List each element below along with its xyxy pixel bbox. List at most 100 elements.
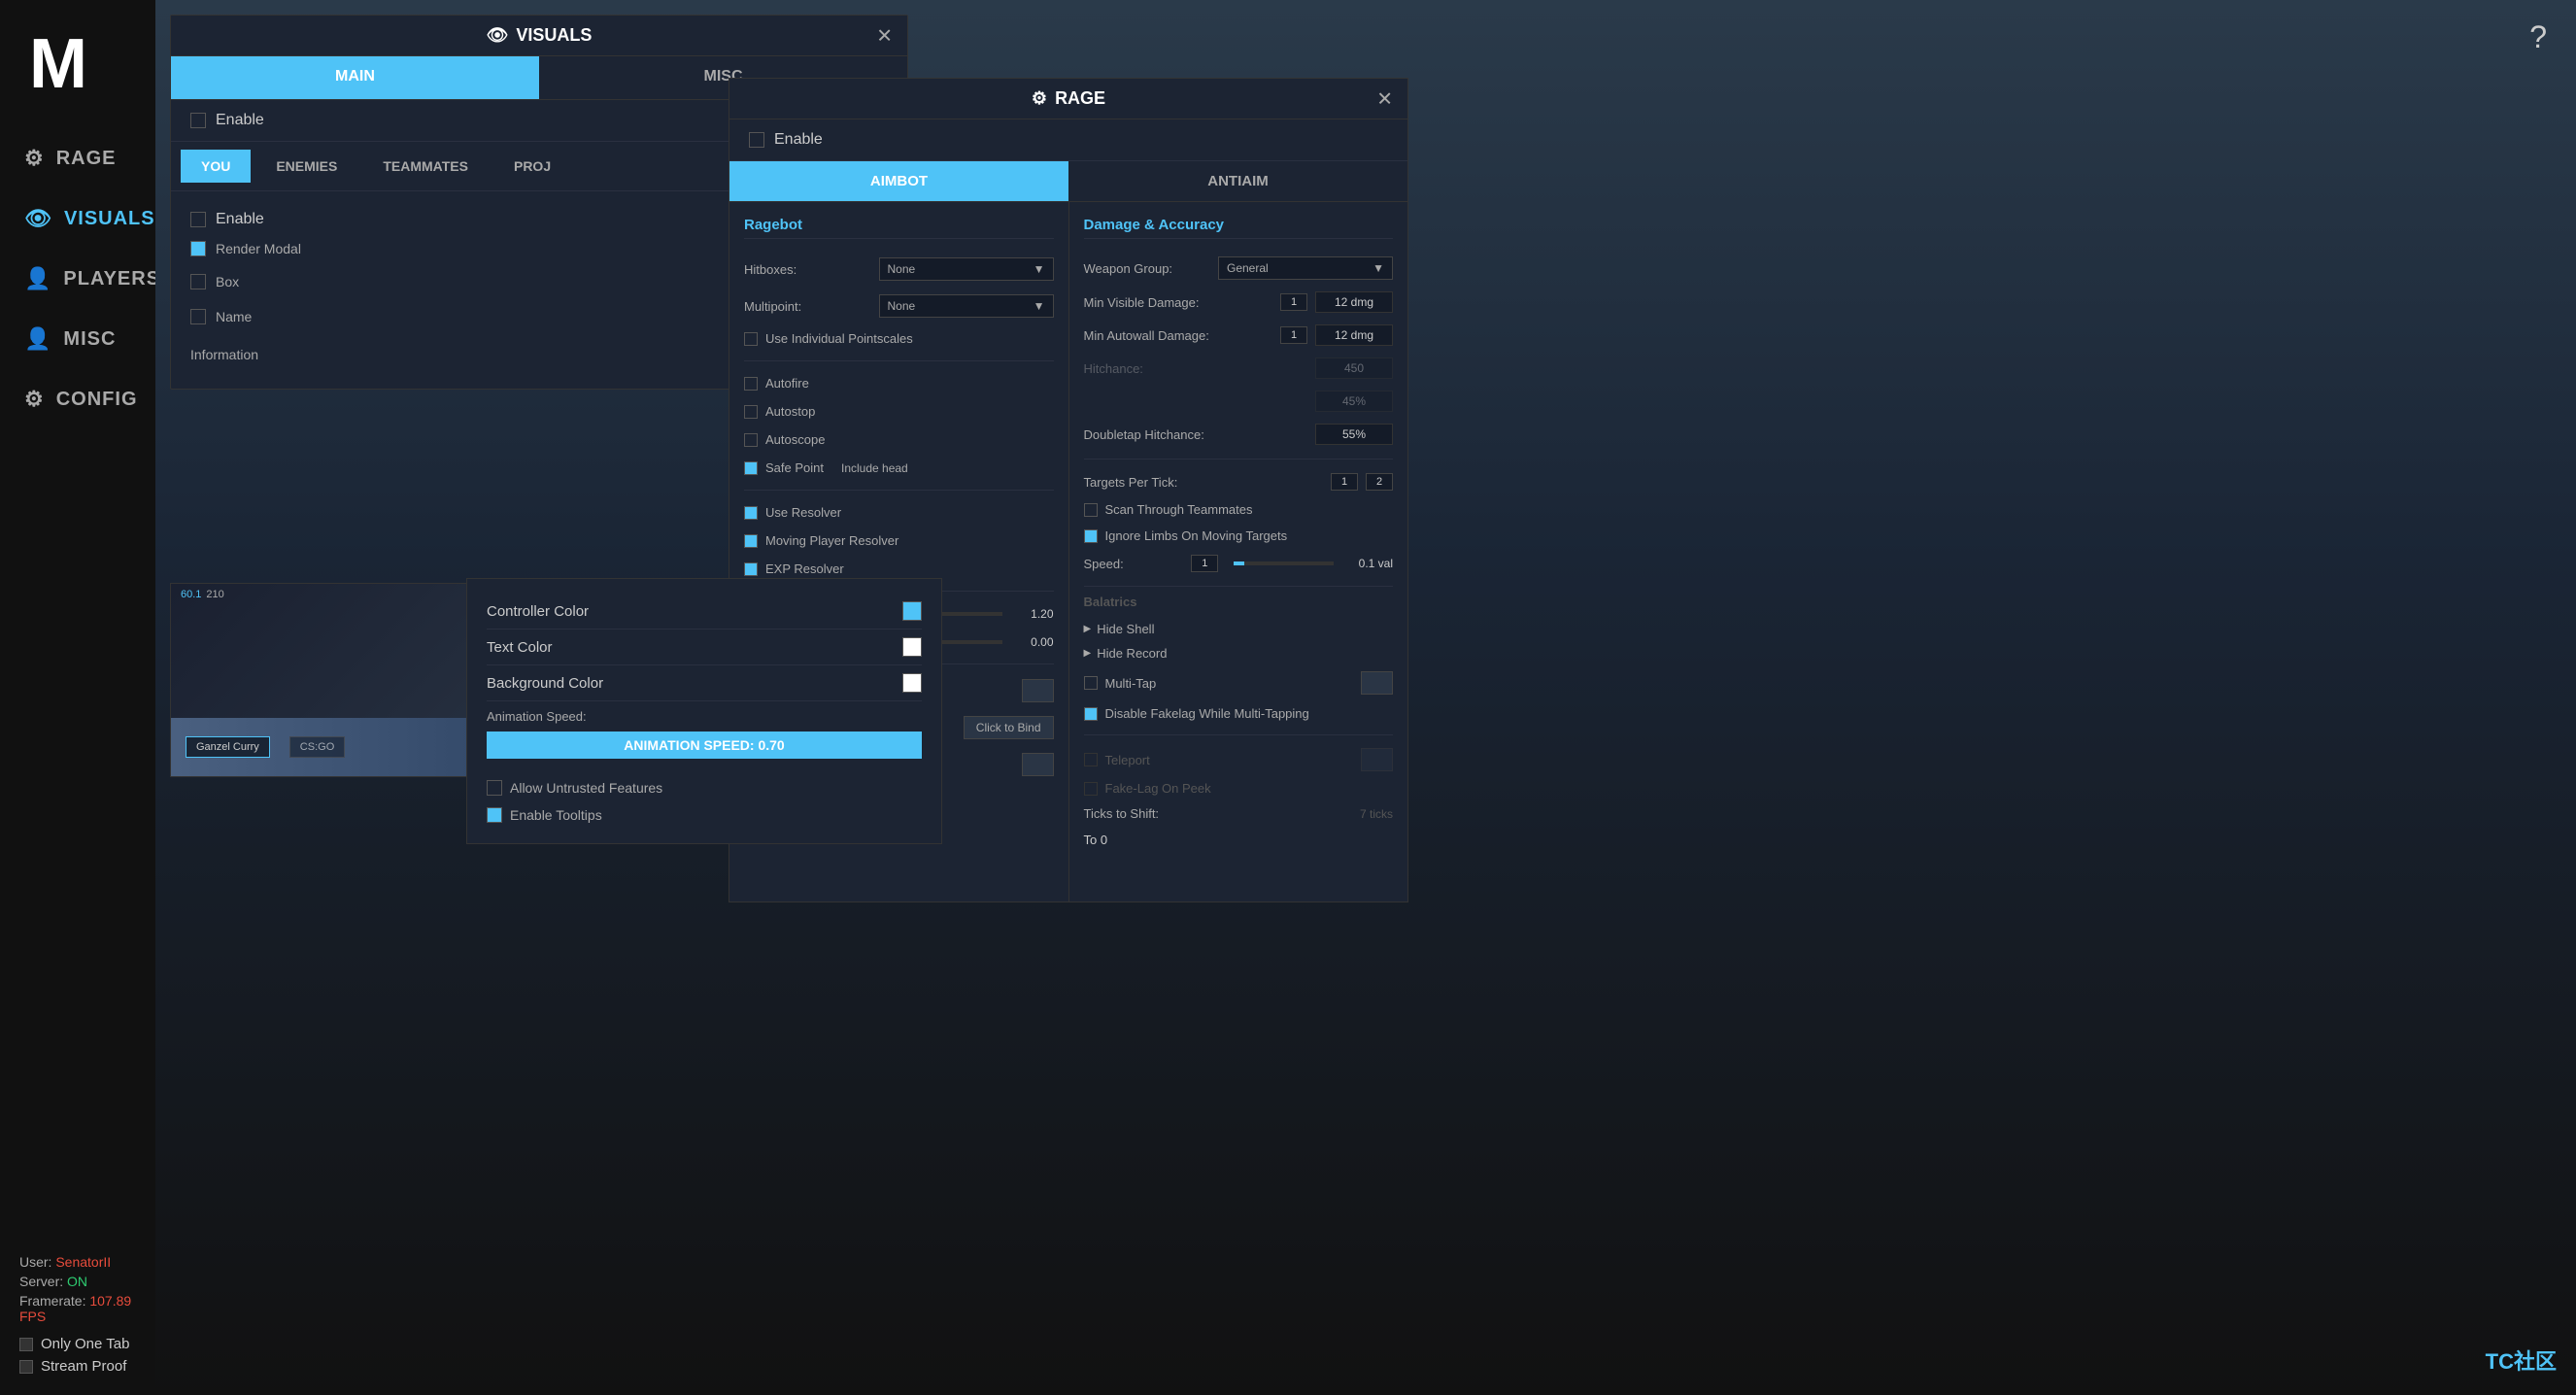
only-one-tab-checkbox[interactable] (19, 1338, 33, 1351)
visuals-sub-tab-proj[interactable]: PROJ (493, 150, 571, 183)
targets-val2[interactable]: 2 (1366, 473, 1393, 491)
sidebar-item-label-visuals: VISUALS (64, 208, 155, 230)
safepoint-row: Safe Point Include head (744, 454, 1054, 482)
render-modal-checkbox[interactable] (190, 241, 206, 256)
sidebar-item-misc[interactable]: 👤 MISC (0, 309, 155, 369)
user-name: SenatorII (55, 1254, 111, 1270)
speed-slider[interactable] (1234, 561, 1334, 565)
sidebar-item-config[interactable]: ⚙ CONFIG (0, 369, 155, 429)
safepoint-checkbox[interactable] (744, 461, 758, 475)
visuals-modal-title: 👁 VISUALS (487, 25, 593, 46)
resolver-checkbox[interactable] (744, 506, 758, 520)
autofire-checkbox[interactable] (744, 377, 758, 391)
er-exclusion-val: 1.20 (1010, 607, 1054, 621)
visuals-sub-tab-you[interactable]: YOU (181, 150, 251, 183)
hide-shell-row[interactable]: ▶ Hide Shell (1084, 617, 1394, 641)
doubletap-hitchance-label: Doubletap Hitchance: (1084, 427, 1308, 442)
scan-teammates-label: Scan Through Teammates (1105, 502, 1253, 517)
speed-slider-fill (1234, 561, 1243, 565)
autostop-row: Autostop (744, 397, 1054, 425)
forwardtrack-bind[interactable] (1022, 753, 1054, 776)
hitchance-1-label: Hitchance: (1084, 361, 1308, 376)
hitboxes-val: None (888, 262, 916, 276)
controller-color-row: Controller Color (487, 594, 922, 629)
divider-r2 (1084, 586, 1394, 587)
weapon-group-val: General (1227, 261, 1269, 275)
balatrics-section-label: Balatrics (1084, 595, 1394, 609)
bg-color-picker[interactable] (902, 673, 922, 693)
visuals-enable-checkbox[interactable] (190, 113, 206, 128)
ignore-limbs-row: Ignore Limbs On Moving Targets (1084, 523, 1394, 549)
visuals-sub-tab-teammates[interactable]: TEAMMATES (362, 150, 489, 183)
ragebot-section-title: Ragebot (744, 217, 1054, 239)
teleport-checkbox[interactable] (1084, 753, 1098, 766)
rage-icon: ⚙ (24, 146, 45, 171)
text-color-picker[interactable] (902, 637, 922, 657)
weapon-group-label: Weapon Group: (1084, 261, 1211, 276)
autoscope-checkbox[interactable] (744, 433, 758, 447)
autoscope-label: Autoscope (765, 432, 825, 447)
visuals-inner-enable-checkbox[interactable] (190, 212, 206, 227)
autoscope-row: Autoscope (744, 425, 1054, 454)
fake-lag-row: Fake-Lag On Peek (1084, 776, 1394, 800)
rage-tab-antiaim[interactable]: ANTIAIM (1068, 161, 1407, 201)
jitter-bind[interactable] (1022, 679, 1054, 702)
multitap-checkbox[interactable] (1084, 676, 1098, 690)
weapon-group-arrow: ▼ (1373, 261, 1384, 275)
doubletap-hitchance-val: 55% (1315, 424, 1393, 445)
divider-2 (744, 490, 1054, 491)
name-checkbox[interactable] (190, 309, 206, 324)
disable-fakelag-row: Disable Fakelag While Multi-Tapping (1084, 700, 1394, 727)
fake-lag-checkbox[interactable] (1084, 782, 1098, 796)
sidebar-item-visuals[interactable]: 👁 VISUALS (0, 188, 155, 249)
visuals-tab-main[interactable]: MAIN (171, 56, 539, 99)
moving-resolver-checkbox[interactable] (744, 534, 758, 548)
hitboxes-arrow: ▼ (1034, 262, 1045, 276)
targets-val1[interactable]: 1 (1331, 473, 1358, 491)
rage-title-icon: ⚙ (1032, 88, 1047, 109)
pointscales-checkbox[interactable] (744, 332, 758, 346)
controller-color-picker[interactable] (902, 601, 922, 621)
rage-modal-close[interactable]: ✕ (1376, 86, 1393, 111)
teleport-bind[interactable] (1361, 748, 1393, 771)
sidebar: M ⚙ RAGE 👁 VISUALS 👤 PLAYERS 👤 MISC ⚙ CO… (0, 0, 155, 1395)
stream-proof-row[interactable]: Stream Proof (19, 1358, 136, 1375)
stream-proof-checkbox[interactable] (19, 1360, 33, 1374)
sidebar-bottom: User: SenatorII Server: ON Framerate: 10… (0, 1240, 155, 1395)
ignore-limbs-checkbox[interactable] (1084, 529, 1098, 543)
autostop-checkbox[interactable] (744, 405, 758, 419)
rage-tab-aimbot[interactable]: AIMBOT (729, 161, 1068, 201)
sidebar-item-players[interactable]: 👤 PLAYERS (0, 249, 155, 309)
min-visible-prefix[interactable]: 1 (1280, 293, 1307, 311)
sidebar-item-rage[interactable]: ⚙ RAGE (0, 128, 155, 188)
scan-teammates-checkbox[interactable] (1084, 503, 1098, 517)
multitap-bind[interactable] (1361, 671, 1393, 695)
bg-color-label: Background Color (487, 675, 893, 692)
rage-enable-label: Enable (774, 131, 823, 149)
allow-untrusted-checkbox[interactable] (487, 780, 502, 796)
server-label: Server: (19, 1274, 63, 1289)
speed-prefix[interactable]: 1 (1191, 555, 1218, 572)
hitchance-2-val: 45% (1315, 391, 1393, 412)
hitboxes-dropdown[interactable]: None ▼ (879, 257, 1054, 281)
min-autowall-prefix[interactable]: 1 (1280, 326, 1307, 344)
safepoint-label: Safe Point (765, 460, 824, 475)
weapon-group-dropdown[interactable]: General ▼ (1218, 256, 1393, 280)
moving-resolver-row: Moving Player Resolver (744, 527, 1054, 555)
rage-enable-checkbox[interactable] (749, 132, 764, 148)
divider-1 (744, 360, 1054, 361)
speed-row: Speed: 1 0.1 val (1084, 549, 1394, 578)
only-one-tab-row[interactable]: Only One Tab (19, 1336, 136, 1352)
disable-fakelag-checkbox[interactable] (1084, 707, 1098, 721)
visuals-sub-tab-enemies[interactable]: ENEMIES (255, 150, 357, 183)
multipoint-dropdown[interactable]: None ▼ (879, 294, 1054, 318)
visuals-modal-close[interactable]: ✕ (876, 23, 893, 48)
animation-speed-bar[interactable]: ANIMATION SPEED: 0.70 (487, 732, 922, 759)
exp-resolver-checkbox[interactable] (744, 562, 758, 576)
enable-tooltips-checkbox[interactable] (487, 807, 502, 823)
help-button[interactable]: ? (2529, 19, 2547, 55)
box-checkbox[interactable] (190, 274, 206, 289)
sidebar-item-label-players: PLAYERS (63, 268, 160, 290)
hide-record-row[interactable]: ▶ Hide Record (1084, 641, 1394, 665)
flip-bind-button[interactable]: Click to Bind (964, 716, 1054, 739)
